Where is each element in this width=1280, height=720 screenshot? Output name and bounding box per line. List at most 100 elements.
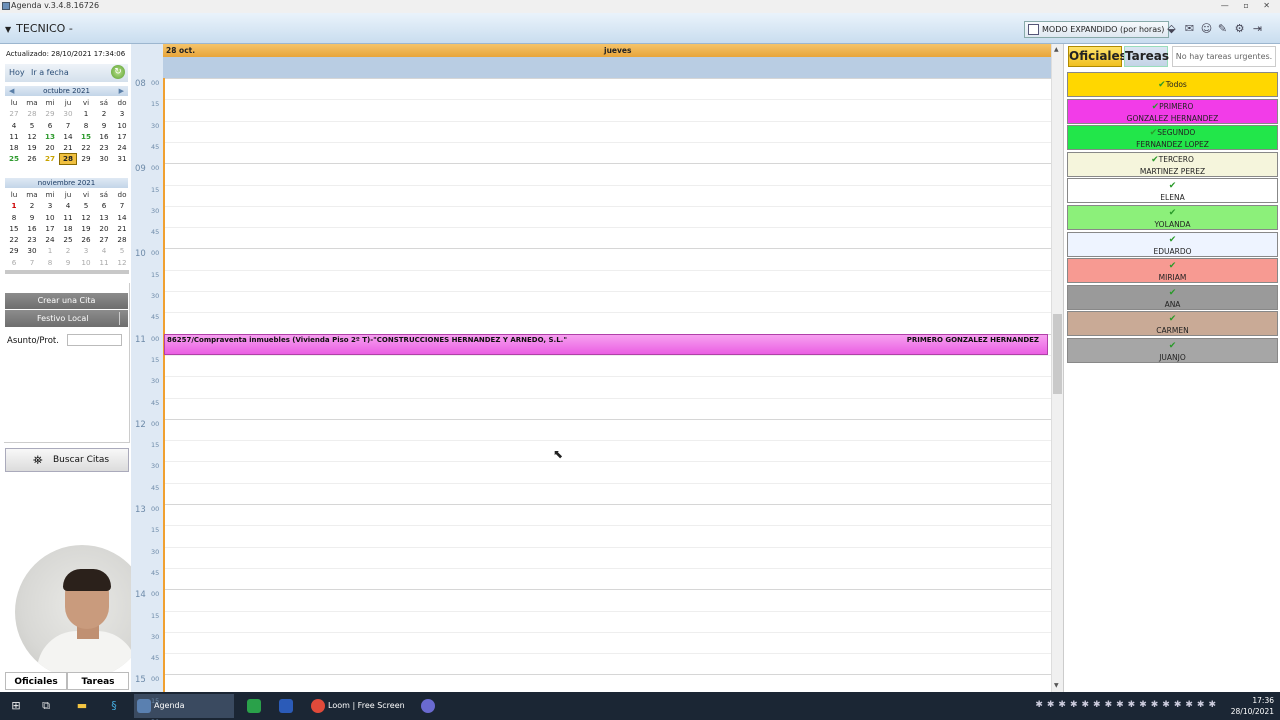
calendar-day[interactable]: 1 (5, 200, 23, 211)
buscar-citas-button[interactable]: ⛯ Buscar Citas (5, 448, 129, 472)
officer-filter-gonzalez-hernandez[interactable]: ✔PRIMERO GONZALEZ HERNANDEZ (1067, 98, 1278, 124)
calendar-day[interactable]: 28 (59, 153, 77, 165)
calendar-day[interactable]: 18 (59, 223, 77, 234)
calendar-day[interactable]: 12 (77, 212, 95, 223)
calendar-day[interactable]: 24 (41, 234, 59, 245)
calendar-day[interactable]: 28 (113, 234, 131, 245)
calendar-day[interactable]: 13 (95, 212, 113, 223)
calendar-day[interactable]: 3 (113, 108, 131, 119)
calendar-day[interactable]: 7 (23, 257, 41, 268)
calendar-day[interactable]: 22 (77, 142, 95, 153)
scroll-up-icon[interactable]: ▲ (1054, 46, 1059, 53)
calendar-day[interactable]: 13 (41, 131, 59, 142)
calendar-day[interactable]: 19 (23, 142, 41, 153)
windows-start-icon[interactable]: ⊞ (6, 696, 26, 716)
calendar-day[interactable]: 4 (59, 200, 77, 211)
eraser-icon[interactable]: ⬙ (1164, 21, 1179, 36)
calendar-day[interactable]: 11 (95, 257, 113, 268)
calendar-day[interactable]: 25 (59, 234, 77, 245)
calendar-day[interactable]: 25 (5, 153, 23, 164)
ir-a-fecha-link[interactable]: Ir a fecha (31, 68, 69, 77)
calendar-day[interactable]: 30 (59, 108, 77, 119)
calendar-day[interactable]: 8 (5, 212, 23, 223)
calendar-day[interactable]: 2 (95, 108, 113, 119)
crear-cita-button[interactable]: Crear una Cita (5, 293, 128, 309)
officer-filter-carmen[interactable]: ✔ CARMEN (1067, 311, 1278, 337)
calendar-day[interactable]: 1 (77, 108, 95, 119)
calendar-day[interactable]: 20 (95, 223, 113, 234)
calendar-day[interactable]: 5 (77, 200, 95, 211)
calendar-day[interactable]: 4 (95, 245, 113, 256)
festivo-local-button[interactable]: Festivo Local (5, 310, 128, 327)
taskbar-app-word[interactable] (276, 694, 296, 718)
person-icon[interactable]: ☺ (1199, 21, 1214, 36)
swirl-app-icon[interactable]: § (104, 696, 124, 716)
tab-oficiales-left[interactable]: Oficiales (5, 672, 67, 690)
calendar-day[interactable]: 11 (59, 212, 77, 223)
calendar-day[interactable]: 2 (23, 200, 41, 211)
exit-icon[interactable]: ⇥ (1250, 21, 1265, 36)
calendar-day[interactable]: 31 (113, 153, 131, 164)
refresh-icon[interactable]: ↻ (111, 65, 125, 79)
officer-filter-yolanda[interactable]: ✔ YOLANDA (1067, 205, 1278, 230)
window-controls[interactable]: — ▫ ✕ (1221, 0, 1276, 12)
calendar-day[interactable]: 21 (113, 223, 131, 234)
calendar-day[interactable]: 5 (113, 245, 131, 256)
calendar-day[interactable]: 30 (95, 153, 113, 164)
calendar-day[interactable]: 9 (59, 257, 77, 268)
officer-filter-martinez-perez[interactable]: ✔TERCERO MARTINEZ PEREZ (1067, 151, 1278, 177)
calendar-day[interactable]: 11 (5, 131, 23, 142)
calendar-day[interactable]: 27 (41, 153, 59, 164)
next-month-icon[interactable]: ▶ (119, 86, 124, 96)
day-grid[interactable] (163, 78, 1051, 692)
officer-filter-ana[interactable]: ✔ ANA (1067, 284, 1278, 310)
calendar-day[interactable]: 12 (113, 257, 131, 268)
file-explorer-icon[interactable]: ▬ (72, 696, 92, 716)
tools-icon[interactable]: ✎ (1215, 21, 1230, 36)
calendar-day[interactable]: 29 (41, 108, 59, 119)
calendar-day[interactable]: 5 (23, 120, 41, 131)
officer-filter-juanjo[interactable]: ✔ JUANJO (1067, 338, 1278, 363)
settings-icon[interactable]: ⚙ (1232, 21, 1247, 36)
prev-month-icon[interactable]: ◀ (9, 86, 14, 96)
calendar-day[interactable]: 8 (41, 257, 59, 268)
officer-filter-todos[interactable]: ✔Todos (1067, 72, 1278, 97)
calendar-day[interactable]: 3 (77, 245, 95, 256)
calendar-day[interactable]: 28 (23, 108, 41, 119)
calendar-day[interactable]: 12 (23, 131, 41, 142)
calendar-day[interactable]: 10 (41, 212, 59, 223)
calendar-day[interactable]: 14 (113, 212, 131, 223)
calendar-day[interactable]: 9 (23, 212, 41, 223)
calendar-day[interactable]: 20 (41, 142, 59, 153)
calendar-day[interactable]: 7 (113, 200, 131, 211)
calendar-day[interactable]: 30 (23, 245, 41, 256)
calendar-day[interactable]: 10 (113, 120, 131, 131)
vertical-scrollbar[interactable]: ▲ ▼ (1051, 44, 1063, 692)
calendar-day[interactable]: 19 (77, 223, 95, 234)
calendar-day[interactable]: 9 (95, 120, 113, 131)
calendar-day[interactable]: 17 (41, 223, 59, 234)
calendar-day[interactable]: 29 (77, 153, 95, 164)
calendar-day[interactable]: 16 (95, 131, 113, 142)
calendar-day[interactable]: 1 (41, 245, 59, 256)
modo-expandido-button[interactable]: MODO EXPANDIDO (por horas) (1024, 21, 1170, 38)
calendar-day[interactable]: 16 (23, 223, 41, 234)
calendar-day[interactable]: 15 (5, 223, 23, 234)
hoy-link[interactable]: Hoy (9, 68, 25, 77)
taskbar-app-other[interactable] (418, 694, 438, 718)
officer-filter-miriam[interactable]: ✔ MIRIAM (1067, 258, 1278, 284)
calendar-day[interactable]: 10 (77, 257, 95, 268)
tecnico-selector[interactable]: ▼ TECNICO - (5, 22, 73, 35)
calendar-day[interactable]: 7 (59, 120, 77, 131)
officer-filter-eduardo[interactable]: ✔ EDUARDO (1067, 231, 1278, 257)
calendar-day[interactable]: 24 (113, 142, 131, 153)
tab-tareas[interactable]: Tareas (1124, 46, 1169, 67)
calendar-day[interactable]: 29 (5, 245, 23, 256)
taskbar-app-green[interactable] (244, 694, 264, 718)
calendar-day[interactable]: 27 (95, 234, 113, 245)
calendar-day[interactable]: 27 (5, 108, 23, 119)
calendar-day[interactable]: 3 (41, 200, 59, 211)
asunto-input[interactable] (67, 334, 122, 346)
calendar-day[interactable]: 15 (77, 131, 95, 142)
calendar-day[interactable]: 23 (23, 234, 41, 245)
